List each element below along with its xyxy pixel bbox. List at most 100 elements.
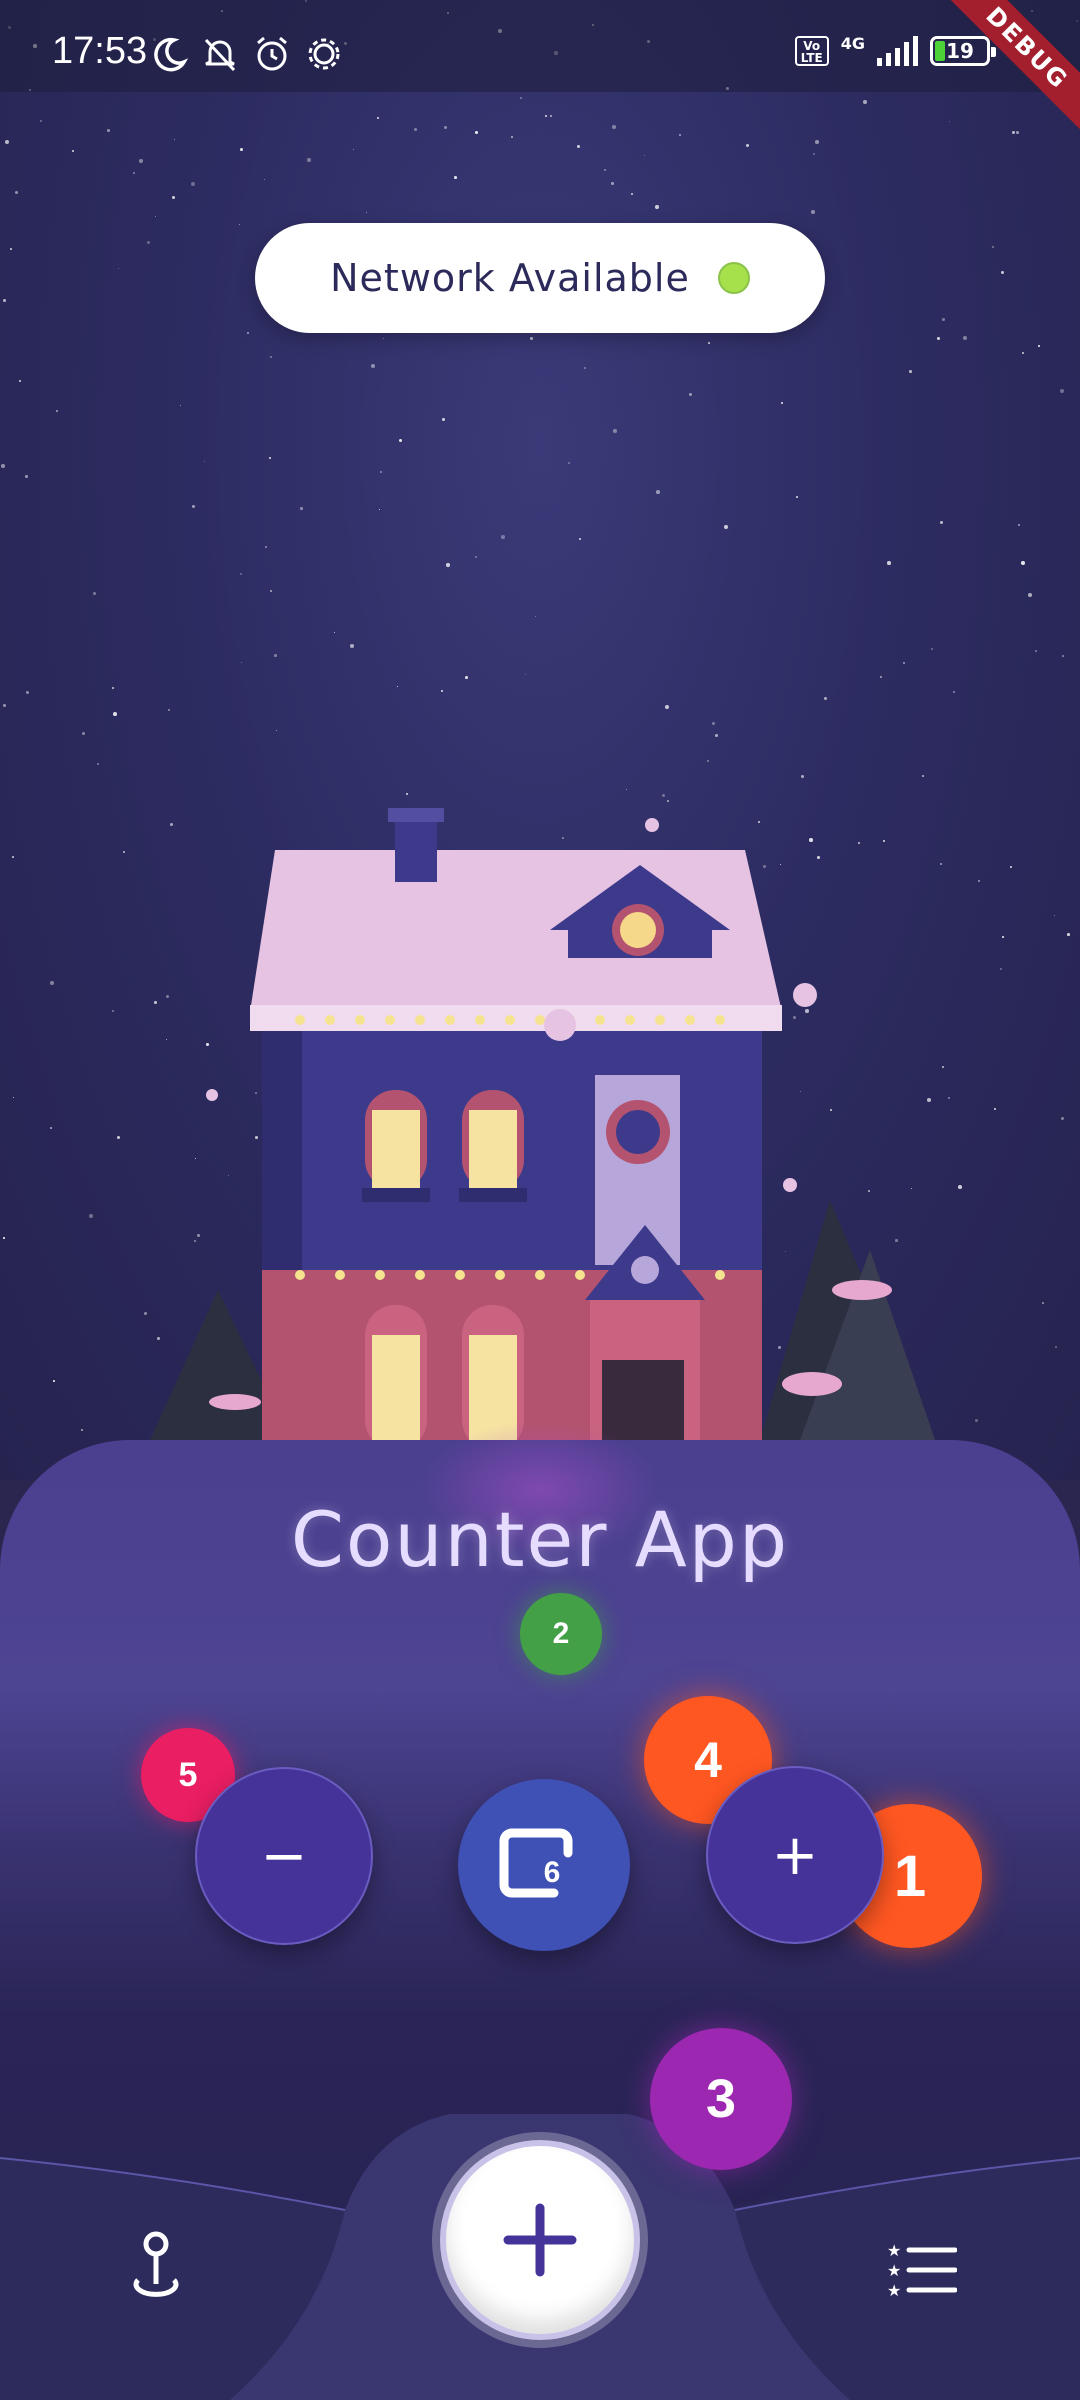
star-dot [1062,655,1064,657]
star-dot [239,224,241,226]
star-dot [612,125,616,129]
star-dot [922,775,924,777]
star-dot [689,393,693,397]
star-dot [679,134,682,137]
star-dot [1038,345,1040,347]
star-dot [475,556,478,559]
star-dot [863,100,867,104]
star-dot [909,370,912,373]
counter-box-icon [499,1828,573,1898]
star-dot [530,337,534,341]
star-dot [1028,593,1032,597]
star-dot [604,169,607,172]
star-dot [963,336,967,340]
star-dot [903,662,906,665]
star-dot [475,131,478,134]
star-dot [525,674,526,675]
star-dot [1001,271,1005,275]
star-dot [139,159,143,163]
star-dot [611,182,614,185]
svg-text:★: ★ [887,2261,901,2280]
star-dot [656,490,660,494]
house-illustration [0,780,1080,1460]
star-dot [442,418,445,421]
star-dot [399,439,402,442]
decrement-button[interactable]: − [195,1767,373,1945]
star-dot [133,172,135,174]
star-dot [168,709,171,712]
star-dot [93,592,96,595]
star-dot [813,153,815,155]
star-dot [712,722,715,725]
star-dot [824,697,828,701]
star-dot [383,338,385,340]
star-dot [3,299,6,302]
star-dot [520,97,522,99]
star-dot [613,429,617,433]
star-dot [350,644,354,648]
star-dot [247,332,250,335]
star-dot [377,117,380,120]
star-dot [5,140,9,144]
star-dot [550,115,552,117]
star-dot [15,191,19,195]
plus-icon: + [771,1822,819,1888]
star-dot [665,705,669,709]
star-dot [155,216,157,218]
star-dot [631,193,633,195]
battery-level: 19 [946,39,974,63]
bell-off-icon [204,38,236,72]
star-dot [880,676,882,678]
star-dot [414,128,417,131]
star-dot [940,521,944,525]
star-dot [240,573,243,576]
star-dot [465,676,468,679]
star-dot [270,356,273,359]
star-dot [953,691,955,693]
star-dot [204,461,206,463]
star-dot [269,457,272,460]
add-fab-button[interactable] [440,2140,640,2340]
star-dot [454,176,457,179]
star-dot [577,145,581,149]
gear-icon [308,38,340,70]
location-pin-icon[interactable] [120,2230,192,2306]
star-dot [1035,650,1037,652]
star-dot [241,662,243,664]
star-dot [1018,524,1020,526]
star-dot [568,462,570,464]
star-dot [276,730,278,732]
page-title: Counter App [290,1495,790,1584]
star-dot [82,732,85,735]
star-dot [172,196,176,200]
counter-display-button[interactable]: 6 [458,1779,630,1951]
star-dot [56,410,59,413]
badge-two: 2 [520,1593,602,1675]
star-dot [811,210,815,214]
alarm-icon [257,36,287,71]
star-list-icon[interactable]: ★ ★ ★ [885,2240,957,2300]
star-dot [535,616,537,618]
signal-strength-icon [877,36,918,66]
star-dot [25,475,28,478]
star-dot [107,129,110,132]
star-dot [1022,352,1024,354]
volte-icon: Vo LTE [794,36,829,66]
star-dot [511,136,513,138]
star-dot [501,535,505,539]
star-dot [708,342,710,344]
status-time: 17:53 [52,30,148,72]
star-dot [1021,561,1025,565]
star-dot [1016,131,1019,134]
star-dot [724,525,728,529]
star-dot [655,205,659,209]
star-dot [887,561,891,565]
star-dot [240,148,243,151]
star-dot [3,704,6,707]
star-dot [191,182,195,186]
increment-button[interactable]: + [706,1766,884,1944]
star-dot [644,155,646,157]
star-dot [307,158,311,162]
star-dot [265,546,267,548]
network-status-dot [717,262,750,294]
